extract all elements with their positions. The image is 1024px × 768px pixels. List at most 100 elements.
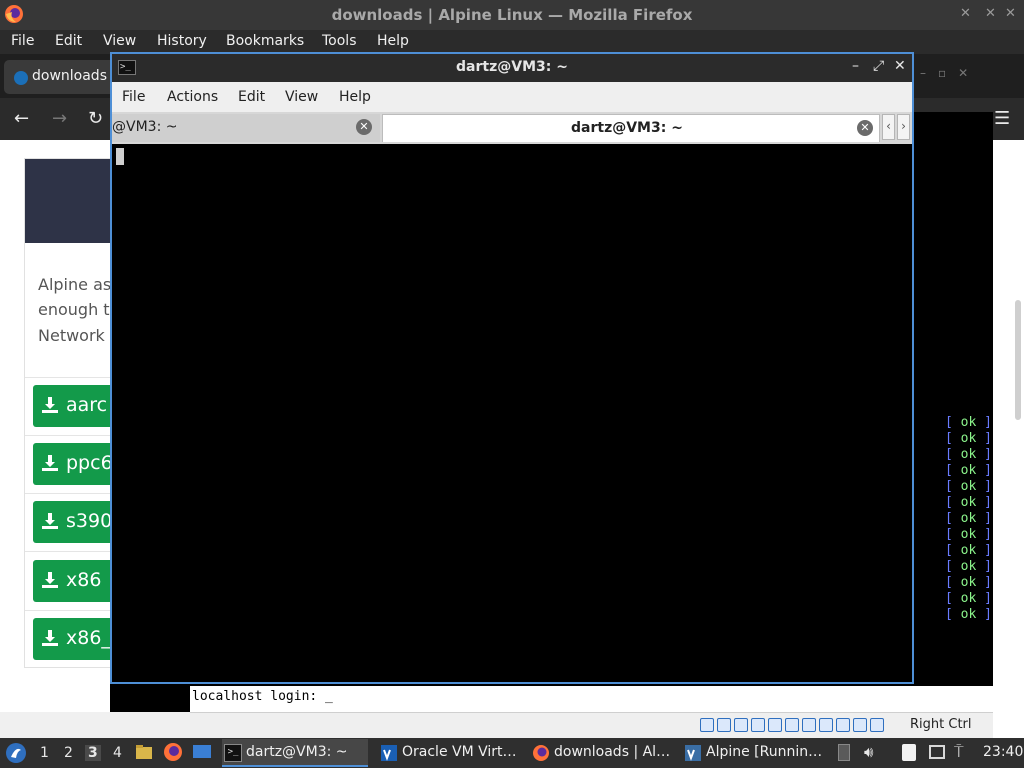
terminal-tab-label: @VM3: ~ <box>112 119 178 135</box>
download-icon <box>42 630 58 646</box>
menu-history[interactable]: History <box>157 33 207 49</box>
reload-icon[interactable]: ↻ <box>88 108 103 129</box>
boot-status-ok: ok <box>960 479 977 494</box>
scrollbar-thumb[interactable] <box>1015 300 1021 420</box>
update-notifier-icon[interactable]: ⍑ <box>954 742 964 762</box>
boot-status-line: [ ok ] <box>945 543 992 558</box>
virtualbox-icon <box>381 745 397 761</box>
boot-status-line: [ ok ] <box>945 591 992 606</box>
shared-folders-icon[interactable] <box>785 718 799 732</box>
host-key-label: Right Ctrl <box>910 717 972 732</box>
clipboard-icon[interactable] <box>838 744 850 761</box>
boot-status-ok: ok <box>960 527 977 542</box>
page-scrollbar[interactable] <box>993 140 1024 738</box>
close-tab-icon[interactable]: ✕ <box>356 119 372 135</box>
menu-tools[interactable]: Tools <box>322 33 357 49</box>
term-menu-file[interactable]: File <box>122 89 145 105</box>
clock[interactable]: 23:40 <box>983 744 1023 760</box>
terminal-tab-1[interactable]: @VM3: ~ ✕ <box>112 114 380 142</box>
term-menu-view[interactable]: View <box>285 89 318 105</box>
forward-arrow-icon[interactable]: → <box>52 108 67 129</box>
close-icon[interactable]: ✕ <box>1005 6 1016 21</box>
term-menu-edit[interactable]: Edit <box>238 89 265 105</box>
boot-status-line: [ ok ] <box>945 447 992 462</box>
boot-status-ok: ok <box>960 495 977 510</box>
volume-icon[interactable]: 🔊︎ <box>864 743 873 761</box>
close-icon[interactable]: ✕ <box>894 58 906 74</box>
network-icon[interactable] <box>751 718 765 732</box>
boot-status-ok: ok <box>960 463 977 478</box>
hamburger-menu-icon[interactable]: ☰ <box>994 108 1010 129</box>
term-menu-help[interactable]: Help <box>339 89 371 105</box>
terminal-app-icon: >_ <box>224 744 242 762</box>
back-arrow-icon[interactable]: ← <box>14 108 29 129</box>
file-manager-icon[interactable] <box>135 743 153 761</box>
usb-icon[interactable] <box>768 718 782 732</box>
menu-edit[interactable]: Edit <box>55 33 82 49</box>
optical-drive-icon[interactable] <box>717 718 731 732</box>
task-alpine-vm[interactable]: Alpine [Runnin… <box>682 739 830 767</box>
virtualbox-statusbar: Right Ctrl <box>190 712 993 738</box>
card-text-line-2: enough t <box>38 300 110 319</box>
terminal-tabbar: @VM3: ~ ✕ dartz@VM3: ~ ✕ ‹ › <box>112 112 912 144</box>
card-text-line-1: Alpine as <box>38 275 112 294</box>
tab-scroll-left-icon[interactable]: ‹ <box>882 114 895 140</box>
terminal-menubar: File Actions Edit View Help <box>112 82 912 112</box>
terminal-window-title: dartz@VM3: ~ <box>456 59 568 75</box>
boot-status-ok: ok <box>960 607 977 622</box>
network-tray-icon[interactable] <box>929 745 945 759</box>
terminal-tab-2[interactable]: dartz@VM3: ~ ✕ <box>382 114 880 142</box>
maximize-icon[interactable]: ✕ <box>985 6 996 21</box>
term-menu-actions[interactable]: Actions <box>167 89 218 105</box>
download-icon <box>42 572 58 588</box>
mouse-integration-icon[interactable] <box>853 718 867 732</box>
display-icon[interactable] <box>802 718 816 732</box>
alpine-favicon-icon <box>14 71 28 85</box>
tab-scroll-right-icon[interactable]: › <box>897 114 910 140</box>
boot-status-line: [ ok ] <box>945 527 992 542</box>
workspace-1[interactable]: 1 <box>40 745 49 761</box>
audio-icon[interactable] <box>734 718 748 732</box>
card-text-line-3: Network <box>38 326 105 345</box>
start-menu-icon[interactable] <box>5 742 27 764</box>
device-status-icons <box>700 717 887 733</box>
task-firefox[interactable]: downloads | Al… <box>530 739 682 767</box>
workspace-4[interactable]: 4 <box>113 745 122 761</box>
task-terminal[interactable]: >_ dartz@VM3: ~ <box>222 739 368 767</box>
recording-icon[interactable] <box>819 718 833 732</box>
notes-icon[interactable] <box>902 744 916 761</box>
boot-status-line: [ ok ] <box>945 575 992 590</box>
close-tab-icon[interactable]: ✕ <box>857 120 873 136</box>
login-prompt: localhost login: _ <box>192 689 333 704</box>
boot-status-ok: ok <box>960 591 977 606</box>
vm-login-line[interactable]: localhost login: _ <box>190 686 993 712</box>
cpu-icon[interactable] <box>836 718 850 732</box>
menu-view[interactable]: View <box>103 33 136 49</box>
boot-status-line: [ ok ] <box>945 559 992 574</box>
boot-status-ok: ok <box>960 559 977 574</box>
tab-label: downloads | <box>32 68 117 84</box>
keyboard-capture-icon[interactable] <box>870 718 884 732</box>
minimize-icon[interactable]: ✕ <box>960 6 971 21</box>
menu-bookmarks[interactable]: Bookmarks <box>226 33 304 49</box>
boot-status-line: [ ok ] <box>945 479 992 494</box>
workspace-3[interactable]: 3 <box>85 745 101 761</box>
firefox-menubar: File Edit View History Bookmarks Tools H… <box>0 30 1024 54</box>
firefox-launcher-icon[interactable] <box>163 742 183 762</box>
menu-file[interactable]: File <box>11 33 34 49</box>
menu-help[interactable]: Help <box>377 33 409 49</box>
show-desktop-icon[interactable] <box>192 743 212 761</box>
boot-status-ok: ok <box>960 431 977 446</box>
firefox-window-title: downloads | Alpine Linux — Mozilla Firef… <box>331 6 693 24</box>
task-virtualbox-manager[interactable]: Oracle VM Virt… <box>378 739 528 767</box>
boot-status-line: [ ok ] <box>945 415 992 430</box>
taskbar: 1 2 3 4 >_ dartz@VM3: ~ Oracle VM Virt… … <box>0 738 1024 768</box>
maximize-icon[interactable]: ⤢ <box>873 58 884 74</box>
workspace-2[interactable]: 2 <box>64 745 73 761</box>
boot-status-ok: ok <box>960 447 977 462</box>
terminal-output-area[interactable] <box>112 144 912 682</box>
minimize-icon[interactable]: – <box>852 58 859 74</box>
boot-status-ok: ok <box>960 543 977 558</box>
terminal-titlebar[interactable]: >_ dartz@VM3: ~ – ⤢ ✕ <box>112 54 912 82</box>
harddisk-icon[interactable] <box>700 718 714 732</box>
